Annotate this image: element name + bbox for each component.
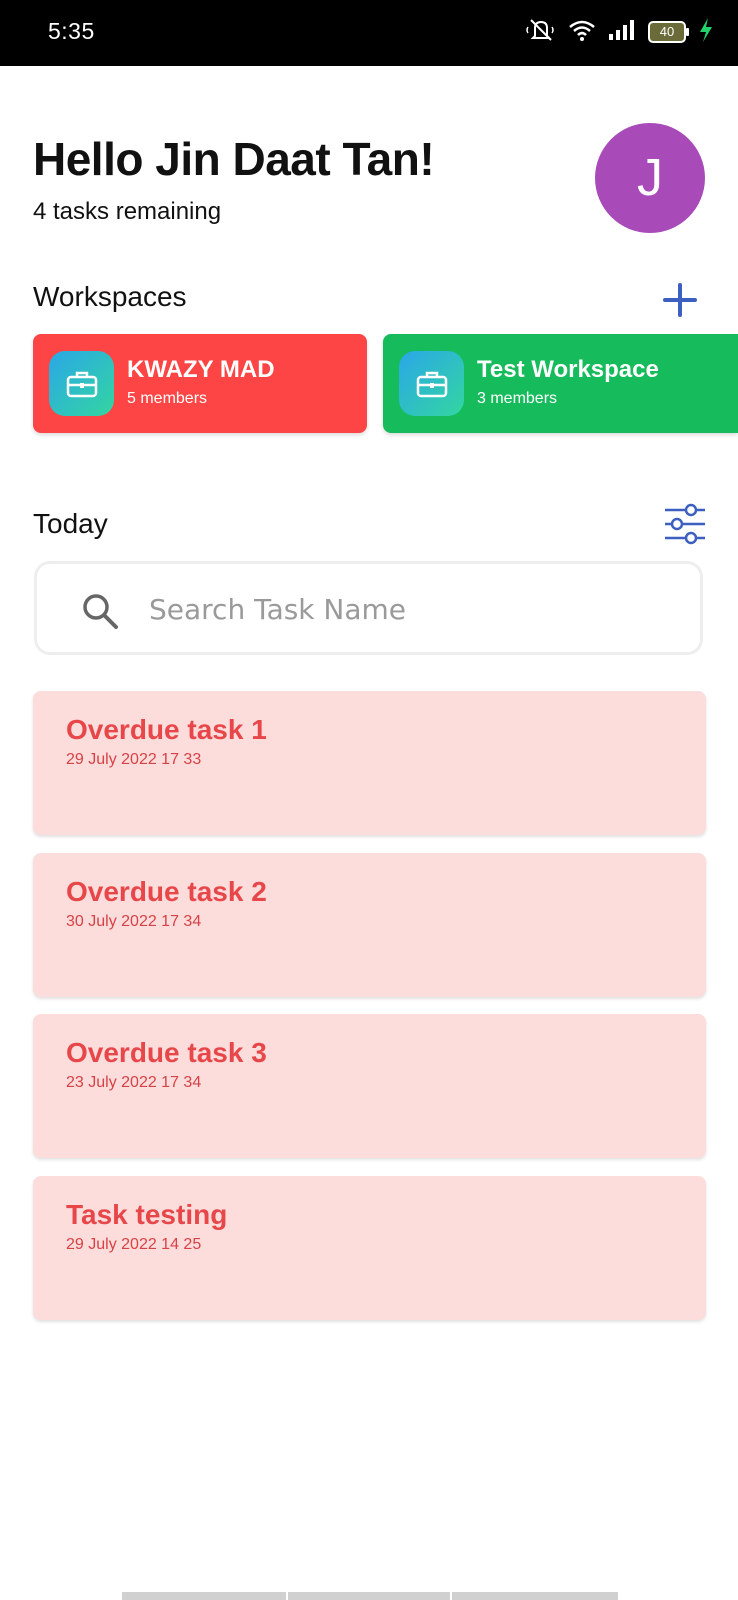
avatar[interactable]: J	[595, 123, 705, 233]
search-icon	[81, 592, 119, 635]
status-icons: 40	[526, 16, 714, 48]
today-label: Today	[33, 508, 108, 539]
greeting-title: Hello Jin Daat Tan!	[33, 133, 435, 185]
tasks-remaining: 4 tasks remaining	[33, 198, 222, 225]
task-date: 29 July 2022 17 33	[66, 751, 202, 768]
briefcase-icon	[399, 351, 464, 416]
task-card[interactable]: Task testing 29 July 2022 14 25	[33, 1176, 706, 1320]
mute-icon	[526, 17, 556, 48]
nav-gesture-segment[interactable]	[122, 1592, 286, 1600]
workspace-card-test-workspace[interactable]: Test Workspace 3 members	[383, 334, 738, 433]
plus-icon	[663, 283, 697, 317]
workspace-members: 5 members	[127, 390, 208, 407]
workspace-name: Test Workspace	[477, 356, 659, 383]
sliders-icon	[665, 503, 705, 545]
task-card[interactable]: Overdue task 2 30 July 2022 17 34	[33, 853, 706, 997]
briefcase-icon	[49, 351, 114, 416]
task-date: 30 July 2022 17 34	[66, 913, 202, 930]
battery-icon: 40	[648, 21, 689, 43]
task-date: 29 July 2022 14 25	[66, 1236, 202, 1253]
avatar-initial: J	[637, 149, 663, 207]
task-title: Overdue task 1	[66, 714, 267, 745]
task-title: Task testing	[66, 1199, 228, 1230]
workspaces-label: Workspaces	[33, 281, 187, 312]
task-date: 23 July 2022 17 34	[66, 1074, 202, 1091]
search-box[interactable]	[34, 561, 703, 655]
signal-icon	[608, 18, 636, 47]
workspace-card-kwazy-mad[interactable]: KWAZY MAD 5 members	[33, 334, 367, 433]
status-bar: 5:35 40	[0, 0, 738, 66]
task-card[interactable]: Overdue task 3 23 July 2022 17 34	[33, 1014, 706, 1158]
workspace-members: 3 members	[477, 390, 558, 407]
nav-gesture-segment[interactable]	[452, 1592, 618, 1600]
task-title: Overdue task 3	[66, 1037, 267, 1068]
nav-gesture-segment[interactable]	[288, 1592, 450, 1600]
search-input[interactable]	[147, 586, 671, 632]
wifi-icon	[568, 18, 596, 47]
task-title: Overdue task 2	[66, 876, 267, 907]
add-workspace-button[interactable]	[660, 280, 700, 320]
status-time: 5:35	[48, 18, 95, 44]
charging-icon	[698, 17, 714, 47]
task-card[interactable]: Overdue task 1 29 July 2022 17 33	[33, 691, 706, 835]
filter-button[interactable]	[663, 502, 707, 546]
workspace-name: KWAZY MAD	[127, 356, 275, 383]
